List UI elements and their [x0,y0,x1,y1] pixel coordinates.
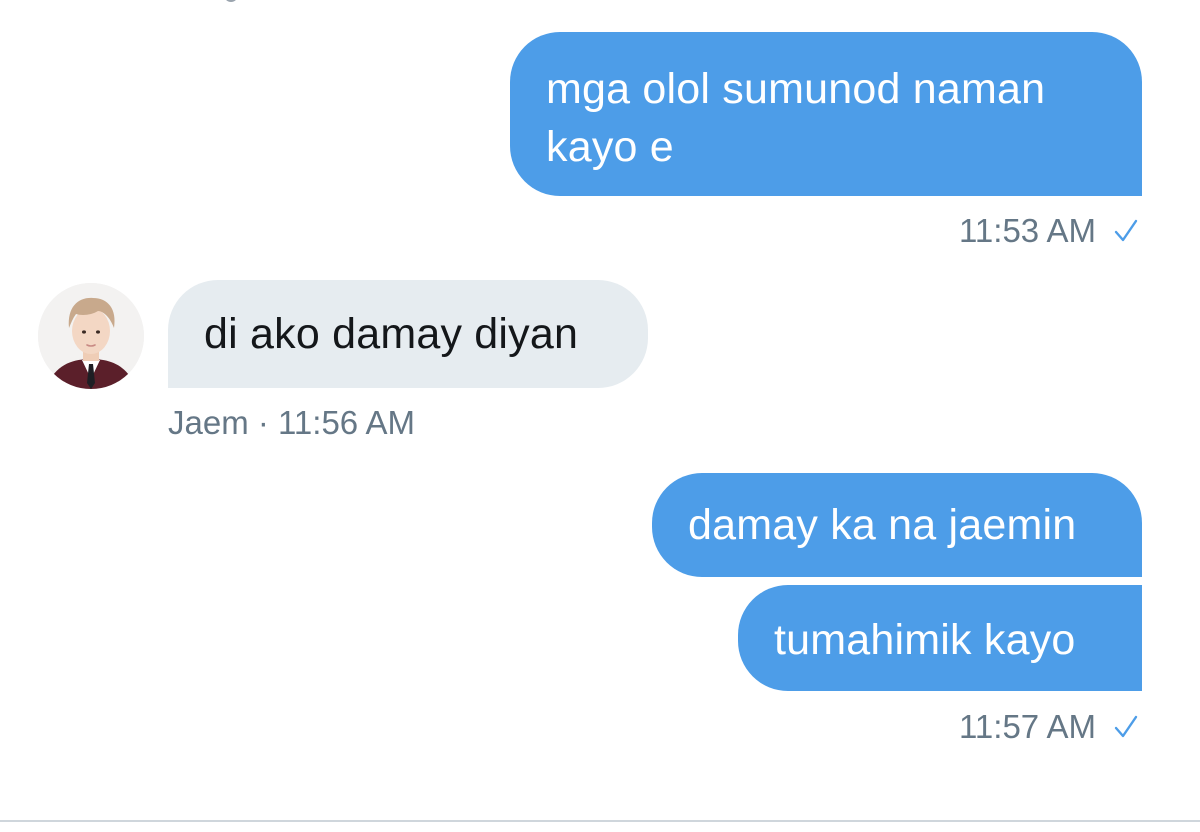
message-meta: 11:57 AM [959,708,1138,746]
message-bubble-outgoing[interactable]: mga olol sumunod naman kayo e [510,32,1142,196]
message-meta: 11:53 AM [959,212,1138,250]
check-icon [1114,219,1138,242]
sender-and-timestamp: Jaem · 11:56 AM [168,404,416,441]
previous-content-fragment [224,0,238,2]
message-text: tumahimik kayo [774,616,1076,664]
message-timestamp: 11:57 AM [959,708,1096,745]
message-bubble-outgoing[interactable]: damay ka na jaemin [652,473,1142,577]
message-text: damay ka na jaemin [688,501,1077,549]
avatar-image [38,283,144,389]
avatar[interactable] [38,283,144,389]
sender-meta: Jaem · 11:56 AM [168,404,415,442]
message-text: mga olol sumunod naman kayo e [546,65,1046,171]
check-icon [1114,715,1138,738]
message-bubble-outgoing[interactable]: tumahimik kayo [738,585,1142,691]
message-timestamp: 11:53 AM [959,212,1096,249]
message-bubble-incoming[interactable]: di ako damay diyan [168,280,648,388]
message-text: di ako damay diyan [204,310,579,358]
divider [0,820,1200,822]
